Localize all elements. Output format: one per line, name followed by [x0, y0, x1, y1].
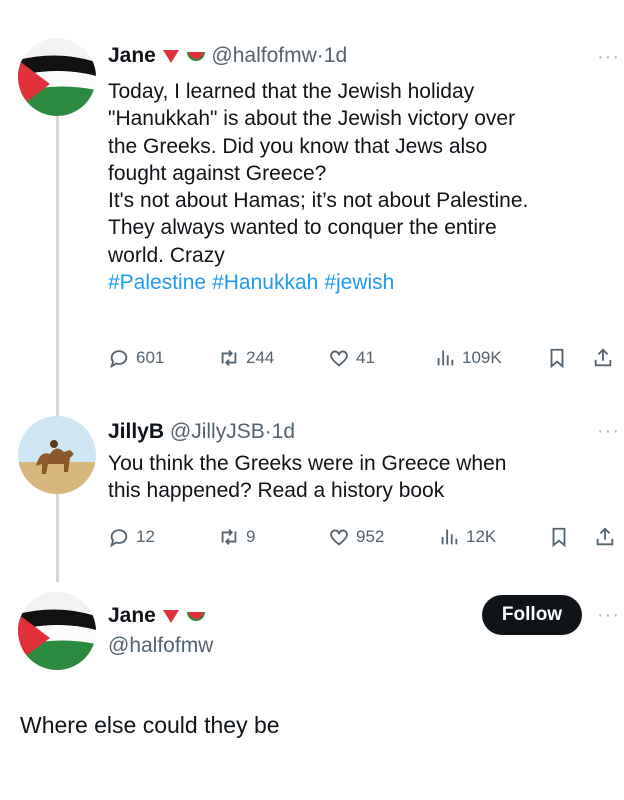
dot-separator: · [316, 44, 324, 67]
hashtag-link[interactable]: #Palestine [108, 271, 206, 294]
handle[interactable]: @JillyJSB [170, 420, 265, 443]
views-icon [437, 350, 454, 366]
timestamp[interactable]: 1d [324, 44, 347, 67]
watermelon-icon [186, 612, 205, 622]
follow-button[interactable]: Follow [482, 595, 582, 635]
retweet-count: 244 [246, 348, 275, 367]
text-line: world. Crazy [108, 243, 225, 267]
avatar[interactable] [18, 592, 96, 670]
watermelon-icon [186, 52, 205, 62]
retweet-icon [221, 529, 237, 545]
palestine-flag-avatar [18, 592, 96, 670]
tweet-header: Jane @halfofmw·1d [108, 44, 347, 68]
like-button[interactable]: 952 [328, 526, 384, 548]
views-count: 109K [462, 348, 502, 367]
retweet-button[interactable]: 9 [218, 526, 255, 548]
reply-text: Where else could they be [20, 712, 280, 738]
text-line: the Greeks. Did you know that Jews also [108, 134, 488, 158]
reply-count: 601 [136, 348, 165, 367]
display-name-row: Jane [108, 604, 206, 628]
display-name[interactable]: Jane [108, 604, 156, 627]
display-name[interactable]: JillyB [108, 420, 164, 443]
like-button[interactable]: 41 [328, 347, 375, 369]
retweet-count: 9 [246, 527, 256, 546]
bookmark-icon [552, 527, 566, 548]
hashtag-link[interactable]: #Hanukkah [212, 271, 318, 294]
views-count: 12K [466, 527, 497, 546]
more-icon[interactable]: ··· [597, 46, 620, 69]
tweet-text: You think the Greeks were in Greece when… [108, 450, 613, 505]
handle-row: @halfofmw [108, 634, 213, 658]
bookmark-button[interactable] [548, 526, 570, 548]
bookmark-icon [550, 348, 564, 369]
more-icon[interactable]: ··· [597, 604, 620, 627]
share-button[interactable] [594, 526, 616, 548]
avatar[interactable] [18, 38, 96, 116]
action-bar: 12 9 952 12K [108, 526, 618, 550]
tweet-header: JillyB @JillyJSB·1d [108, 420, 295, 444]
timestamp[interactable]: 1d [272, 420, 295, 443]
text-line: this happened? Read a history book [108, 479, 445, 503]
reply-button[interactable]: 12 [108, 526, 155, 548]
retweet-icon [221, 350, 237, 366]
reply-count: 12 [136, 527, 155, 546]
text-line: You think the Greeks were in Greece when [108, 452, 507, 475]
text-line: They always wanted to conquer the entire [108, 216, 497, 240]
text-line: It's not about Hamas; it’s not about Pal… [108, 189, 529, 213]
retweet-button[interactable]: 244 [218, 347, 274, 369]
text-line: "Hanukkah" is about the Jewish victory o… [108, 107, 516, 131]
camel-photo-avatar [18, 416, 96, 494]
views-icon [441, 529, 458, 545]
share-button[interactable] [592, 347, 614, 369]
more-icon[interactable]: ··· [597, 420, 620, 443]
action-bar: 601 244 41 109K [108, 347, 618, 371]
palestine-flag-avatar [18, 38, 96, 116]
handle[interactable]: @halfofmw [211, 44, 316, 67]
display-name[interactable]: Jane [108, 44, 156, 67]
heart-triangle-icon [162, 610, 179, 624]
share-icon [594, 348, 612, 367]
bookmark-button[interactable] [546, 347, 568, 369]
avatar[interactable] [18, 416, 96, 494]
hashtag-link[interactable]: #jewish [324, 271, 394, 294]
views-button[interactable]: 109K [434, 347, 502, 369]
like-icon [330, 529, 348, 546]
handle[interactable]: @halfofmw [108, 634, 213, 657]
tweet-text: Today, I learned that the Jewish holiday… [108, 78, 613, 296]
hashtags: #Palestine #Hanukkah #jewish [108, 269, 613, 296]
text-line: fought against Greece? [108, 161, 327, 185]
tweet-1[interactable]: Jane @halfofmw·1d ··· Today, I learned t… [0, 0, 624, 390]
like-count: 41 [356, 348, 375, 367]
reply-button[interactable]: 601 [108, 347, 164, 369]
views-button[interactable]: 12K [438, 526, 496, 548]
like-icon [330, 350, 348, 367]
share-icon [596, 527, 614, 546]
heart-triangle-icon [162, 50, 179, 64]
reply-icon [110, 350, 128, 369]
tweet-2[interactable]: JillyB @JillyJSB·1d ··· You think the Gr… [0, 390, 624, 570]
like-count: 952 [356, 527, 385, 546]
dot-separator: · [264, 420, 272, 443]
text-line: Today, I learned that the Jewish holiday [108, 80, 475, 103]
reply-icon [110, 529, 128, 548]
